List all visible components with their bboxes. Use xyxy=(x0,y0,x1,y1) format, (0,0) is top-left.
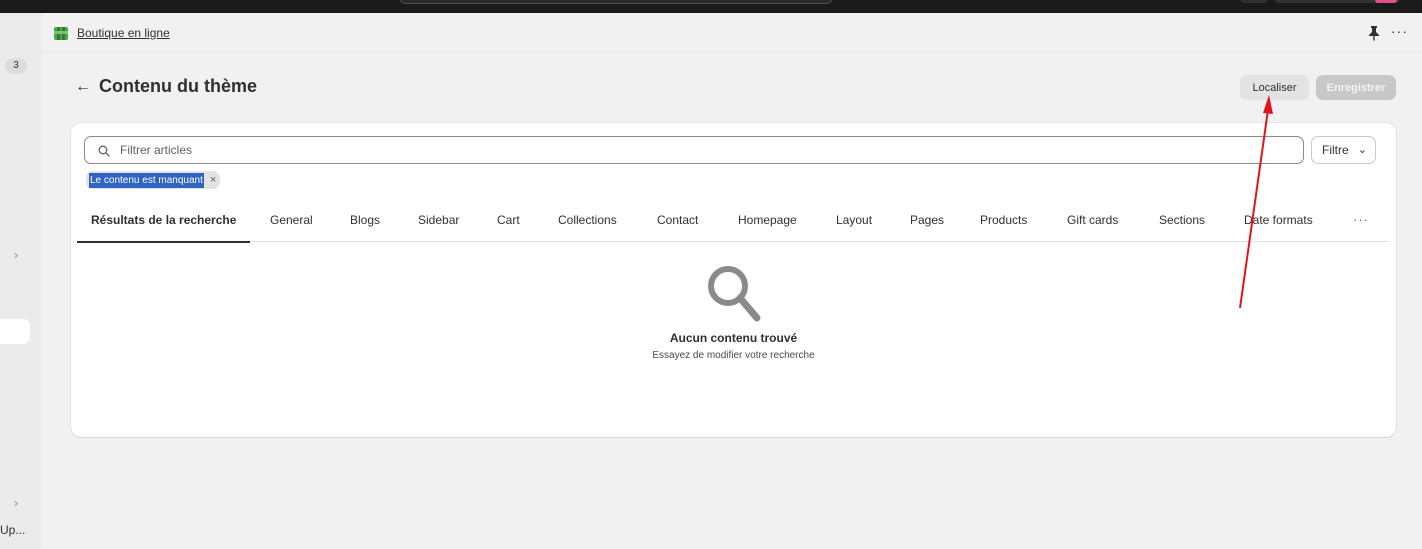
tab-products[interactable]: Products xyxy=(980,200,1027,242)
sidebar-item-label[interactable]: Up... xyxy=(0,523,25,537)
save-button[interactable]: Enregistrer xyxy=(1316,75,1396,100)
tab-sidebar[interactable]: Sidebar xyxy=(418,200,459,242)
more-horizontal-icon[interactable]: ··· xyxy=(1391,23,1408,39)
global-search-bar[interactable] xyxy=(400,0,832,4)
tab-homepage[interactable]: Homepage xyxy=(738,200,797,242)
search-field[interactable] xyxy=(84,136,1304,164)
shopify-bag-icon xyxy=(54,27,68,40)
pin-icon[interactable] xyxy=(1367,25,1381,41)
tab-cart[interactable]: Cart xyxy=(497,200,520,242)
content-card: Filtre ⌄ Le contenu est manquant × Résul… xyxy=(71,123,1396,437)
tab-blogs[interactable]: Blogs xyxy=(350,200,380,242)
tab-layout[interactable]: Layout xyxy=(836,200,872,242)
tab-collections[interactable]: Collections xyxy=(558,200,617,242)
page-header: ← Contenu du thème Localiser Enregistrer xyxy=(71,72,1396,104)
chevron-down-icon: ⌄ xyxy=(1357,144,1367,156)
page-title: Contenu du thème xyxy=(99,76,257,96)
chevron-right-icon[interactable]: › xyxy=(14,248,18,262)
tab-sections[interactable]: Sections xyxy=(1159,200,1205,242)
app-header: Boutique en ligne ··· xyxy=(41,13,1422,53)
search-input[interactable] xyxy=(120,141,1290,159)
more-horizontal-icon[interactable]: ··· xyxy=(1350,213,1372,229)
avatar[interactable] xyxy=(1375,0,1397,3)
arrow-left-icon[interactable]: ← xyxy=(75,78,91,96)
active-filter-chip: Le contenu est manquant × xyxy=(86,171,221,189)
browser-top-bar xyxy=(0,0,1422,13)
tab-date-formats[interactable]: Date formats xyxy=(1244,200,1313,242)
sidebar: 3 › › Up... xyxy=(0,13,41,549)
magnifier-icon xyxy=(707,266,760,322)
empty-state: Aucun contenu trouvé Essayez de modifier… xyxy=(71,263,1396,361)
sidebar-selected-item[interactable] xyxy=(0,319,30,344)
chevron-right-icon[interactable]: › xyxy=(14,496,18,510)
filter-button[interactable]: Filtre ⌄ xyxy=(1311,136,1376,164)
tab-contact[interactable]: Contact xyxy=(657,200,698,242)
localize-button[interactable]: Localiser xyxy=(1240,75,1309,100)
search-icon xyxy=(98,145,110,157)
app-name-link[interactable]: Boutique en ligne xyxy=(77,26,170,40)
empty-state-title: Aucun contenu trouvé xyxy=(669,331,798,345)
tab-general[interactable]: General xyxy=(270,200,313,242)
filter-button-label: Filtre xyxy=(1322,143,1349,157)
notification-badge: 3 xyxy=(5,58,27,74)
active-filter-label: Le contenu est manquant xyxy=(89,172,204,188)
tab-search-results[interactable]: Résultats de la recherche xyxy=(77,200,251,243)
empty-state-subtitle: Essayez de modifier votre recherche xyxy=(652,350,815,361)
tab-bar: Résultats de la recherche General Blogs … xyxy=(77,200,1390,243)
close-icon[interactable]: × xyxy=(210,174,216,187)
tab-pages[interactable]: Pages xyxy=(910,200,944,242)
tab-gift-cards[interactable]: Gift cards xyxy=(1067,200,1118,242)
topbar-button[interactable] xyxy=(1240,0,1268,3)
